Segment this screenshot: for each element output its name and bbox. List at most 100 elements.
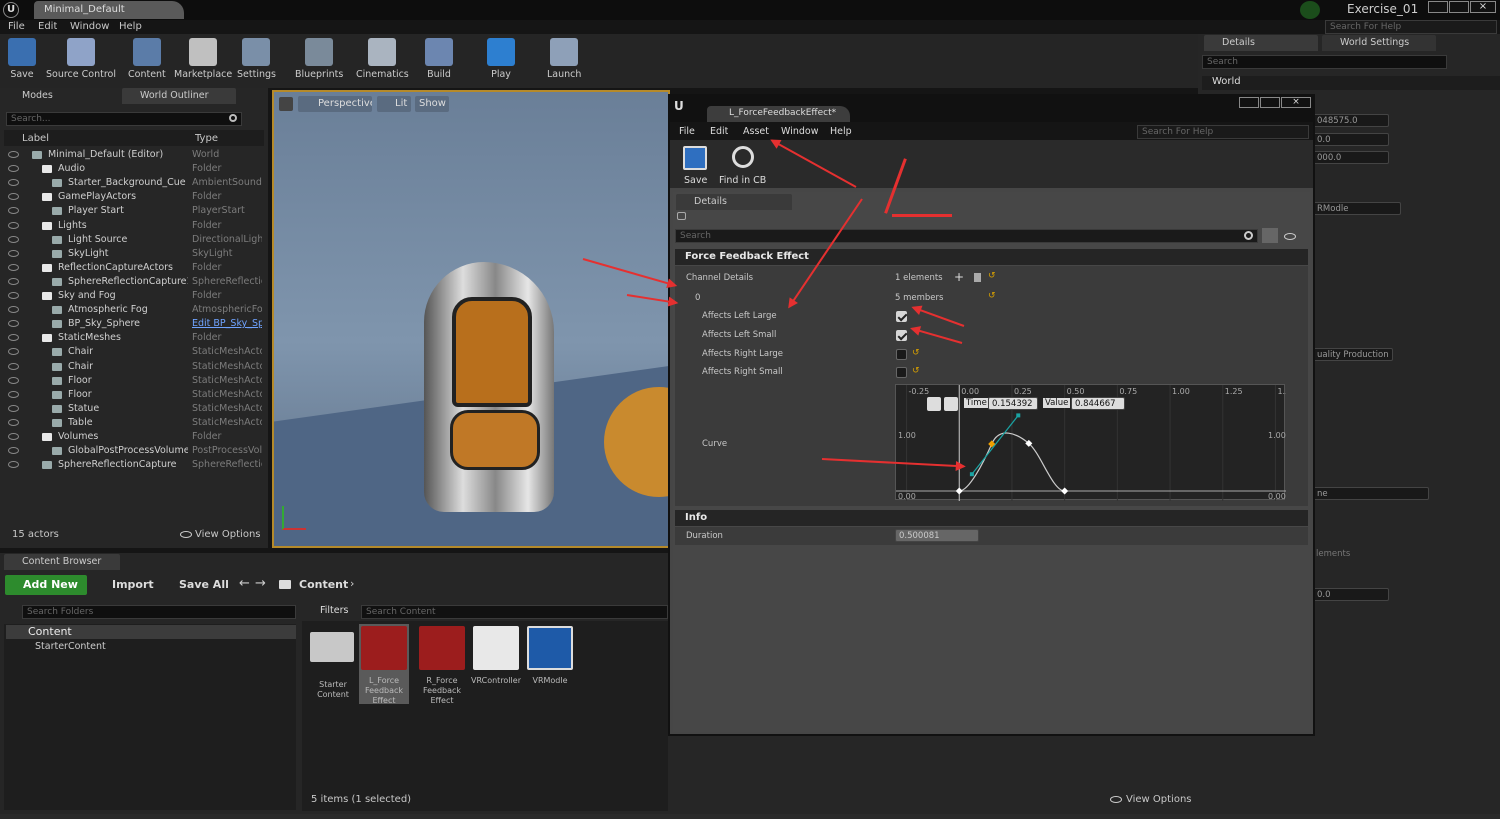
menu-file[interactable]: File <box>8 21 25 32</box>
outliner-row[interactable]: GamePlayActors Folder <box>4 190 264 204</box>
curve-label[interactable]: Curve <box>702 439 727 449</box>
outliner-row[interactable]: Light Source DirectionalLight <box>4 233 264 247</box>
affects-checkbox[interactable] <box>896 329 907 341</box>
eye-icon[interactable] <box>8 165 19 173</box>
eye-icon[interactable] <box>8 461 19 469</box>
menu-help[interactable]: Help <box>119 21 142 32</box>
outliner-row[interactable]: Atmospheric Fog AtmosphericFog <box>4 303 264 317</box>
fit-horizontal-icon[interactable] <box>927 397 941 411</box>
outliner-row[interactable]: Statue StaticMeshActor <box>4 402 264 416</box>
back-arrow-icon[interactable]: ← <box>239 576 250 591</box>
outliner-row[interactable]: BP_Sky_Sphere Edit BP_Sky_Sp <box>4 317 264 331</box>
section-force-feedback-effect[interactable]: Force Feedback Effect <box>675 249 1308 265</box>
outliner-row[interactable]: StaticMeshes Folder <box>4 331 264 345</box>
show-button[interactable]: Show <box>415 96 449 112</box>
eye-icon[interactable] <box>8 249 19 257</box>
outliner-row[interactable]: Floor StaticMeshActor <box>4 374 264 388</box>
asset-tile[interactable]: VRController <box>471 624 521 704</box>
section-info[interactable]: Info <box>675 510 1308 526</box>
maximize-button[interactable] <box>1449 1 1469 13</box>
world-value-2[interactable]: 0.0 <box>1313 133 1389 146</box>
filters-button[interactable]: Filters <box>310 605 348 616</box>
eye-icon[interactable] <box>8 306 19 314</box>
eye-icon[interactable] <box>8 376 19 384</box>
outliner-row[interactable]: SphereReflectionCapture SphereReflection <box>4 458 264 472</box>
eye-icon[interactable] <box>8 151 19 158</box>
eye-icon[interactable] <box>8 348 19 356</box>
outliner-row[interactable]: Player Start PlayerStart <box>4 204 264 218</box>
eye-icon[interactable] <box>8 263 19 271</box>
ffe-close-button[interactable]: × <box>1281 97 1311 108</box>
outliner-row[interactable]: Starter_Background_Cue AmbientSound <box>4 176 264 190</box>
tab-details[interactable]: Details <box>1204 35 1318 51</box>
asset-tile[interactable]: R_Force Feedback Effect <box>417 624 467 704</box>
outliner-row[interactable]: Table StaticMeshActor <box>4 416 264 430</box>
save-all-button[interactable]: Save All <box>163 578 229 591</box>
toolbar-marketplace-button[interactable]: Marketplace <box>174 38 232 84</box>
tab-world-outliner[interactable]: World Outliner <box>122 88 236 104</box>
reset-icon[interactable]: ↺ <box>988 271 996 281</box>
find-in-cb-button[interactable]: Find in CB <box>719 175 766 186</box>
outliner-row[interactable]: Sky and Fog Folder <box>4 289 264 303</box>
game-mode-dropdown[interactable]: RModle <box>1313 202 1401 215</box>
affects-checkbox[interactable] <box>896 311 907 322</box>
viewport-options-button[interactable] <box>279 97 293 111</box>
channel-details-label[interactable]: Channel Details <box>686 273 753 283</box>
add-new-button[interactable]: Add New <box>5 575 87 595</box>
grid-view-icon[interactable] <box>1262 228 1278 243</box>
menu-edit[interactable]: Edit <box>38 21 57 32</box>
close-button[interactable]: × <box>1470 1 1496 13</box>
ffe-minimize-button[interactable] <box>1239 97 1259 108</box>
minimize-button[interactable] <box>1428 1 1448 13</box>
eye-icon[interactable] <box>8 292 19 299</box>
fit-vertical-icon[interactable] <box>944 397 958 411</box>
perspective-button[interactable]: Perspective <box>298 96 372 112</box>
asset-tile[interactable]: VRModle <box>525 624 575 704</box>
affects-checkbox[interactable] <box>896 348 907 360</box>
affects-checkbox[interactable] <box>896 367 907 379</box>
world-value-1[interactable]: 048575.0 <box>1313 114 1389 127</box>
world-category[interactable]: World <box>1202 76 1500 90</box>
ffe-help-search-input[interactable]: Search For Help <box>1137 125 1309 139</box>
breadcrumb-chevron-icon[interactable]: › <box>350 577 354 590</box>
value-field[interactable]: 0.844667 <box>1071 397 1125 410</box>
outliner-row[interactable]: Chair StaticMeshActor <box>4 360 264 374</box>
outliner-view-options[interactable]: View Options <box>195 529 261 540</box>
ffe-save-button[interactable]: Save <box>684 175 707 186</box>
asset-tile[interactable]: L_Force Feedback Effect <box>359 624 409 704</box>
eye-icon[interactable] <box>8 334 19 342</box>
eye-icon[interactable] <box>8 447 19 455</box>
outliner-row-type[interactable]: Edit BP_Sky_Sp <box>192 318 262 329</box>
tab-world-settings[interactable]: World Settings <box>1322 35 1436 51</box>
eye-icon[interactable] <box>8 277 19 285</box>
search-content-input[interactable]: Search Content <box>361 605 668 619</box>
eye-icon[interactable] <box>8 235 19 243</box>
eye-icon[interactable] <box>8 362 19 370</box>
reset-icon[interactable]: ↺ <box>912 348 920 358</box>
reset-icon[interactable]: ↺ <box>988 291 996 301</box>
outliner-row[interactable]: Volumes Folder <box>4 430 264 444</box>
eye-icon[interactable] <box>8 320 19 328</box>
tab-content-browser[interactable]: Content Browser <box>4 554 120 570</box>
ffe-maximize-button[interactable] <box>1260 97 1280 108</box>
tree-root-content[interactable]: Content <box>6 625 296 639</box>
outliner-row[interactable]: Audio Folder <box>4 162 264 176</box>
details-search-input[interactable]: Search <box>1202 55 1447 69</box>
quality-dropdown[interactable]: uality Production <box>1313 348 1393 361</box>
right-dropdown-3[interactable]: ne <box>1313 487 1429 500</box>
delete-icon[interactable] <box>974 273 981 282</box>
outliner-row[interactable]: SphereReflectionCapture10 SphereReflectio… <box>4 275 264 289</box>
ffe-tab-details[interactable]: Details <box>676 194 792 210</box>
toolbar-cinematics-button[interactable]: Cinematics <box>356 38 409 84</box>
eye-icon[interactable] <box>8 207 19 215</box>
forward-arrow-icon[interactable]: → <box>255 576 266 591</box>
toolbar-save-button[interactable]: Save <box>8 38 36 84</box>
toolbar-build-button[interactable]: Build <box>425 38 453 84</box>
ffe-menu-asset[interactable]: Asset <box>743 126 769 137</box>
outliner-row[interactable]: Lights Folder <box>4 219 264 233</box>
col-label[interactable]: Label <box>22 133 49 144</box>
outliner-row[interactable]: Chair StaticMeshActor <box>4 345 264 359</box>
asset-tile[interactable]: Starter Content <box>308 624 358 704</box>
ffe-search-input[interactable]: Search <box>675 229 1258 243</box>
lit-button[interactable]: Lit <box>377 96 411 112</box>
